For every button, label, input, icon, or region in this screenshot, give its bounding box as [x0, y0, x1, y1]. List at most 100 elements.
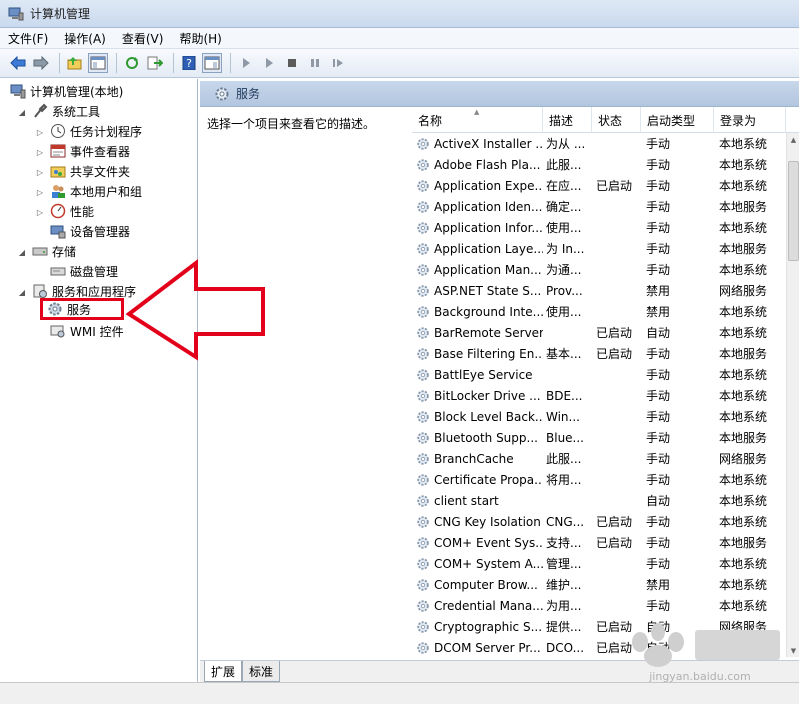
cell-name: Computer Brow...: [412, 574, 543, 595]
table-row[interactable]: Block Level Back... Win... 手动 本地系统: [412, 406, 782, 427]
tree-item-disk-management[interactable]: 磁盘管理: [50, 262, 118, 280]
scroll-thumb[interactable]: [788, 161, 799, 261]
expand-icon[interactable]: ▷: [36, 148, 44, 157]
cell-logon: 本地系统: [719, 389, 768, 403]
expand-icon[interactable]: ▷: [36, 128, 44, 137]
start-icon[interactable]: [236, 53, 256, 73]
table-row[interactable]: BarRemote Server 已启动 自动 本地系统: [412, 322, 782, 343]
table-row[interactable]: ActiveX Installer ... 为从 ... 手动 本地系统: [412, 133, 782, 154]
users-icon: [52, 185, 65, 198]
table-row[interactable]: client start 自动 本地系统: [412, 490, 782, 511]
back-icon[interactable]: [8, 53, 28, 73]
cell-status: [596, 385, 640, 406]
vertical-scrollbar[interactable]: ▲ ▼: [786, 133, 799, 657]
cell-startup: 手动: [646, 242, 671, 256]
menu-view[interactable]: 查看(V): [122, 30, 164, 47]
column-status[interactable]: 状态: [592, 107, 641, 133]
service-gear-icon: [417, 452, 429, 465]
tab-standard[interactable]: 标准: [242, 661, 281, 682]
up-icon[interactable]: [65, 53, 85, 73]
table-row[interactable]: Computer Brow... 维护... 禁用 本地系统: [412, 574, 782, 595]
cell-desc: 此服...: [546, 452, 582, 466]
cell-name: ASP.NET State S...: [412, 280, 543, 301]
tree-item-services[interactable]: 服务: [40, 298, 125, 320]
cell-name: Cryptographic S...: [412, 616, 543, 637]
table-row[interactable]: Adobe Flash Pla... 此服... 手动 本地系统: [412, 154, 782, 175]
column-logon-as[interactable]: 登录为: [714, 107, 786, 133]
service-gear-icon: [417, 200, 429, 213]
table-row[interactable]: ASP.NET State S... Prov... 禁用 网络服务: [412, 280, 782, 301]
menu-action[interactable]: 操作(A): [64, 30, 106, 47]
service-gear-icon: [417, 599, 429, 612]
tree-item-event-viewer[interactable]: 事件查看器: [50, 142, 130, 160]
cell-desc: 为从 ...: [546, 137, 586, 151]
tree-item-system-tools[interactable]: 系统工具: [32, 102, 100, 120]
table-row[interactable]: Background Inte... 使用... 禁用 本地系统: [412, 301, 782, 322]
action-pane-icon[interactable]: [202, 53, 222, 73]
cell-status: [596, 301, 640, 322]
cell-startup: 手动: [646, 179, 671, 193]
collapse-icon[interactable]: ◢: [18, 288, 26, 297]
table-row[interactable]: COM+ System A... 管理... 手动 本地系统: [412, 553, 782, 574]
expand-icon[interactable]: ▷: [36, 168, 44, 177]
tree-item-wmi[interactable]: WMI 控件: [50, 322, 124, 340]
service-gear-icon: [417, 326, 429, 339]
stop-icon[interactable]: [282, 53, 302, 73]
table-row[interactable]: COM+ Event Sys... 支持... 已启动 手动 本地服务: [412, 532, 782, 553]
cell-startup: 手动: [646, 347, 671, 361]
collapse-icon[interactable]: ◢: [18, 108, 26, 117]
menu-file[interactable]: 文件(F): [8, 30, 48, 47]
table-row[interactable]: Application Infor... 使用... 手动 本地系统: [412, 217, 782, 238]
tree-item-performance[interactable]: 性能: [50, 202, 94, 220]
table-row[interactable]: BitLocker Drive ... BDE... 手动 本地系统: [412, 385, 782, 406]
cell-status: [596, 238, 640, 259]
cell-startup: 手动: [646, 431, 671, 445]
expand-icon[interactable]: ▷: [36, 188, 44, 197]
gear-icon: [215, 87, 229, 100]
table-row[interactable]: Application Expe... 在应... 已启动 手动 本地系统: [412, 175, 782, 196]
tree-item-local-users[interactable]: 本地用户和组: [50, 182, 142, 200]
table-row[interactable]: BranchCache 此服... 手动 网络服务: [412, 448, 782, 469]
cell-status: [596, 280, 640, 301]
cell-name: ActiveX Installer ...: [412, 133, 543, 154]
column-description[interactable]: 描述: [543, 107, 592, 133]
tree-item-shared-folders[interactable]: 共享文件夹: [50, 162, 130, 180]
show-hide-tree-icon[interactable]: [88, 53, 108, 73]
table-row[interactable]: Application Man... 为通... 手动 本地系统: [412, 259, 782, 280]
start-alt-icon[interactable]: [259, 53, 279, 73]
cell-logon: 本地系统: [719, 578, 768, 592]
expand-icon[interactable]: ▷: [36, 208, 44, 217]
resume-icon[interactable]: [328, 53, 348, 73]
collapse-icon[interactable]: ◢: [18, 248, 26, 257]
tab-extended[interactable]: 扩展: [204, 661, 243, 682]
table-row[interactable]: Certificate Propa... 将用... 手动 本地系统: [412, 469, 782, 490]
column-startup-type[interactable]: 启动类型: [641, 107, 714, 133]
tree-item-storage[interactable]: 存储: [32, 242, 76, 260]
refresh-icon[interactable]: [122, 53, 142, 73]
column-name[interactable]: ▲ 名称: [412, 107, 543, 133]
menu-help[interactable]: 帮助(H): [179, 30, 221, 47]
computer-icon: [10, 84, 26, 99]
cell-desc: 为用...: [546, 599, 582, 613]
wmi-icon: [50, 325, 65, 338]
cell-logon: 本地服务: [719, 536, 768, 550]
export-icon[interactable]: [145, 53, 165, 73]
table-row[interactable]: CNG Key Isolation CNG... 已启动 手动 本地系统: [412, 511, 782, 532]
table-row[interactable]: Base Filtering En... 基本... 已启动 手动 本地服务: [412, 343, 782, 364]
table-row[interactable]: Application Laye... 为 In... 手动 本地服务: [412, 238, 782, 259]
table-row[interactable]: BattlEye Service 手动 本地系统: [412, 364, 782, 385]
service-gear-icon: [417, 494, 429, 507]
table-row[interactable]: Application Iden... 确定... 手动 本地服务: [412, 196, 782, 217]
help-icon[interactable]: ?: [179, 53, 199, 73]
forward-icon[interactable]: [31, 53, 51, 73]
tree-item-device-manager[interactable]: 设备管理器: [50, 222, 130, 240]
cell-startup: 禁用: [646, 305, 671, 319]
cell-desc: 基本...: [546, 347, 582, 361]
tree-root[interactable]: 计算机管理(本地): [10, 82, 123, 100]
table-row[interactable]: Bluetooth Supp... Blue... 手动 本地服务: [412, 427, 782, 448]
tree-item-task-scheduler[interactable]: 任务计划程序: [50, 122, 142, 140]
scroll-up-icon[interactable]: ▲: [787, 133, 799, 146]
cell-desc: Prov...: [546, 283, 583, 298]
pause-icon[interactable]: [305, 53, 325, 73]
cell-desc: 管理...: [546, 557, 582, 571]
